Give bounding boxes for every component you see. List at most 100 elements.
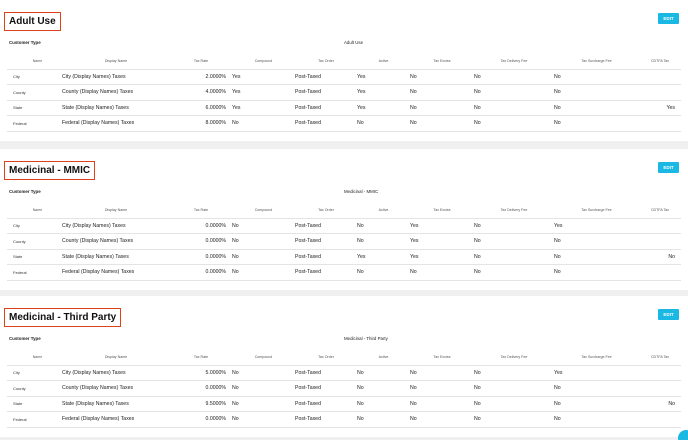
column-header-active: Active (357, 350, 410, 366)
cell-tax-excise: No (410, 115, 474, 132)
cell-tax-order: Post-Taxed (295, 380, 357, 397)
cell-tax-excise: No (410, 380, 474, 397)
column-header-compound: Compound (232, 54, 295, 70)
cell-tax-surcharge-fee: No (554, 264, 639, 281)
cell-display-name: Federal (Display Names) Taxes (62, 115, 170, 132)
table-row: City City (Display Names) Taxes 2.0000% Yes… (7, 69, 681, 85)
cell-tax-surcharge-fee: No (554, 84, 639, 101)
cell-tax-excise: No (410, 411, 474, 428)
cell-cdtfa-tax (639, 115, 681, 132)
column-header-display-name: Display Name (62, 350, 170, 366)
cell-tax-surcharge-fee: No (554, 100, 639, 116)
edit-button[interactable]: EDIT (658, 309, 679, 320)
edit-button[interactable]: EDIT (658, 13, 679, 24)
cell-tax-delivery-fee: No (474, 218, 554, 234)
cell-tax-order: Post-Taxed (295, 396, 357, 412)
customer-type-value: Medicinal - Third Party (344, 336, 388, 341)
cell-name: State (7, 249, 62, 265)
column-header-tax-excise: Tax Excise (410, 203, 474, 219)
cell-tax-excise: No (410, 69, 474, 85)
cell-tax-excise: No (410, 100, 474, 116)
cell-tax-delivery-fee: No (474, 84, 554, 101)
cell-display-name: City (Display Names) Taxes (62, 69, 170, 85)
table-row: State State (Display Names) Taxes 9.5000% N… (7, 396, 681, 412)
edit-button[interactable]: EDIT (658, 162, 679, 173)
cell-display-name: County (Display Names) Taxes (62, 84, 170, 101)
cell-tax-surcharge-fee: No (554, 115, 639, 132)
cell-tax-order: Post-Taxed (295, 84, 357, 101)
column-header-display-name: Display Name (62, 54, 170, 70)
cell-tax-rate: 0.0000% (170, 380, 232, 397)
customer-type-label: Customer Type (9, 189, 41, 194)
cell-tax-order: Post-Taxed (295, 100, 357, 116)
cell-tax-rate: 5.0000% (170, 365, 232, 381)
cell-name: County (7, 84, 62, 101)
cell-tax-delivery-fee: No (474, 365, 554, 381)
column-header-tax-order: Tax Order (295, 203, 357, 219)
chat-icon[interactable] (678, 430, 688, 440)
cell-tax-rate: 0.0000% (170, 411, 232, 428)
section-title: Medicinal - Third Party (4, 308, 122, 327)
cell-tax-rate: 4.0000% (170, 84, 232, 101)
cell-name: Federal (7, 264, 62, 281)
column-header-name: Name (7, 203, 62, 219)
column-header-tax-delivery-fee: Tax Delivery Fee (474, 350, 554, 366)
cell-tax-delivery-fee: No (474, 249, 554, 265)
table-row: County County (Display Names) Taxes 0.0000… (7, 233, 681, 250)
column-header-tax-excise: Tax Excise (410, 350, 474, 366)
cell-cdtfa-tax (639, 233, 681, 250)
cell-tax-excise: No (410, 264, 474, 281)
cell-active: Yes (357, 69, 410, 85)
cell-name: City (7, 365, 62, 381)
column-header-tax-surcharge-fee: Tax Surcharge Fee (554, 54, 639, 70)
cell-name: City (7, 69, 62, 85)
cell-tax-excise: No (410, 365, 474, 381)
table-row: County County (Display Names) Taxes 0.0000… (7, 380, 681, 397)
column-header-compound: Compound (232, 350, 295, 366)
tax-table: Name Display Name Tax Rate Compound Tax Orde… (7, 203, 681, 281)
cell-active: No (357, 233, 410, 250)
cell-active: No (357, 115, 410, 132)
column-header-cdtfa-tax: CDTFA Tax (639, 54, 681, 70)
column-header-tax-rate: Tax Rate (170, 203, 232, 219)
column-header-cdtfa-tax: CDTFA Tax (639, 350, 681, 366)
table-row: Federal Federal (Display Names) Taxes 8.00… (7, 115, 681, 132)
table-row: Federal Federal (Display Names) Taxes 0.00… (7, 411, 681, 428)
cell-tax-surcharge-fee: No (554, 380, 639, 397)
cell-tax-surcharge-fee: No (554, 249, 639, 265)
table-row: Federal Federal (Display Names) Taxes 0.00… (7, 264, 681, 281)
cell-compound: No (232, 115, 295, 132)
cell-name: Federal (7, 115, 62, 132)
cell-tax-order: Post-Taxed (295, 218, 357, 234)
cell-active: No (357, 264, 410, 281)
cell-tax-rate: 6.0000% (170, 100, 232, 116)
cell-tax-excise: No (410, 84, 474, 101)
tax-section-card: Medicinal - MMIC EDIT Customer Type Medicin… (0, 149, 688, 290)
cell-tax-excise: Yes (410, 218, 474, 234)
cell-compound: Yes (232, 100, 295, 116)
cell-active: No (357, 218, 410, 234)
table-header-row: Name Display Name Tax Rate Compound Tax Orde… (7, 54, 681, 70)
cell-name: County (7, 233, 62, 250)
cell-compound: No (232, 264, 295, 281)
cell-compound: No (232, 218, 295, 234)
cell-tax-delivery-fee: No (474, 233, 554, 250)
cell-tax-surcharge-fee: No (554, 411, 639, 428)
cell-display-name: State (Display Names) Taxes (62, 249, 170, 265)
cell-tax-surcharge-fee: No (554, 233, 639, 250)
cell-active: No (357, 365, 410, 381)
column-header-name: Name (7, 54, 62, 70)
column-header-name: Name (7, 350, 62, 366)
cell-compound: No (232, 396, 295, 412)
column-header-tax-order: Tax Order (295, 350, 357, 366)
cell-tax-order: Post-Taxed (295, 233, 357, 250)
cell-display-name: City (Display Names) Taxes (62, 365, 170, 381)
column-header-tax-order: Tax Order (295, 54, 357, 70)
cell-name: State (7, 396, 62, 412)
cell-tax-rate: 9.5000% (170, 396, 232, 412)
table-row: County County (Display Names) Taxes 4.0000… (7, 84, 681, 101)
cell-tax-surcharge-fee: Yes (554, 218, 639, 234)
cell-active: Yes (357, 100, 410, 116)
cell-cdtfa-tax (639, 380, 681, 397)
table-header-row: Name Display Name Tax Rate Compound Tax Orde… (7, 203, 681, 219)
